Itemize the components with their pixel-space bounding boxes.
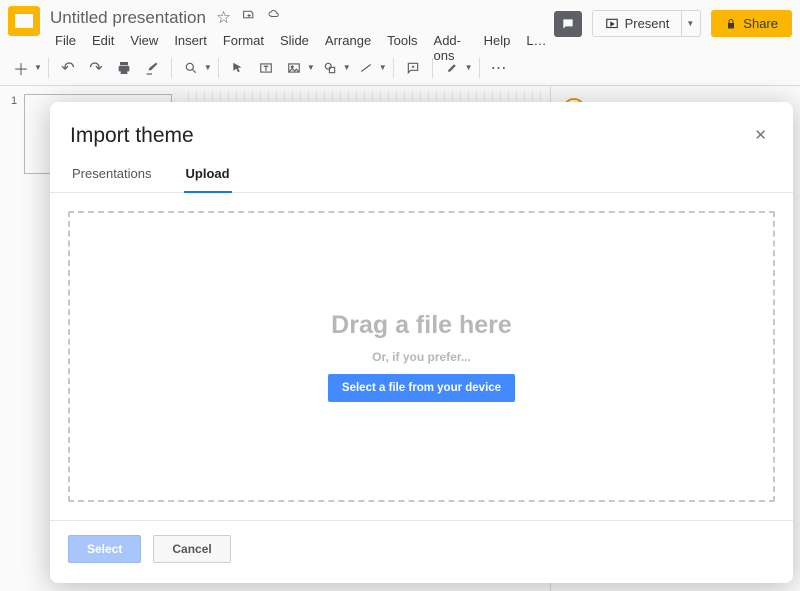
tab-presentations[interactable]: Presentations: [70, 160, 154, 192]
import-theme-dialog: Import theme ✕ Presentations Upload Drag…: [50, 102, 793, 583]
cancel-button[interactable]: Cancel: [153, 535, 230, 563]
upload-dropzone[interactable]: Drag a file here Or, if you prefer... Se…: [68, 211, 775, 502]
select-file-button[interactable]: Select a file from your device: [328, 374, 515, 402]
dialog-close-button[interactable]: ✕: [752, 124, 769, 146]
dialog-title: Import theme: [70, 124, 194, 148]
dialog-tabs: Presentations Upload: [50, 160, 793, 193]
dropzone-subtitle: Or, if you prefer...: [372, 350, 471, 364]
dropzone-title: Drag a file here: [331, 311, 512, 340]
tab-upload[interactable]: Upload: [184, 160, 232, 193]
select-button[interactable]: Select: [68, 535, 141, 563]
